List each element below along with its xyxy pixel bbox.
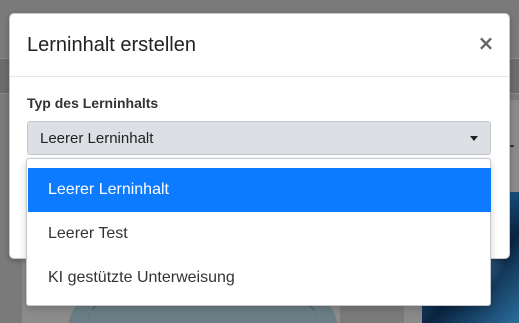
- content-type-label: Typ des Lerninhalts: [27, 95, 159, 111]
- app-page: t- Lerninhalt erstellen × Typ des Lernin…: [0, 0, 519, 323]
- content-type-dropdown: Leerer Lerninhalt Leerer Test KI gestütz…: [26, 158, 491, 306]
- content-type-selected-value: Leerer Lerninhalt: [40, 130, 154, 147]
- modal-title: Lerninhalt erstellen: [27, 34, 196, 56]
- option-leerer-test[interactable]: Leerer Test: [28, 212, 491, 256]
- option-leerer-lerninhalt[interactable]: Leerer Lerninhalt: [28, 168, 491, 212]
- modal-header: Lerninhalt erstellen ×: [10, 14, 509, 77]
- chevron-down-icon: [470, 136, 478, 141]
- content-type-select[interactable]: Leerer Lerninhalt: [27, 121, 491, 155]
- close-button[interactable]: ×: [477, 32, 495, 54]
- option-ki-gestuetzte-unterweisung[interactable]: KI gestützte Unterweisung: [28, 256, 491, 300]
